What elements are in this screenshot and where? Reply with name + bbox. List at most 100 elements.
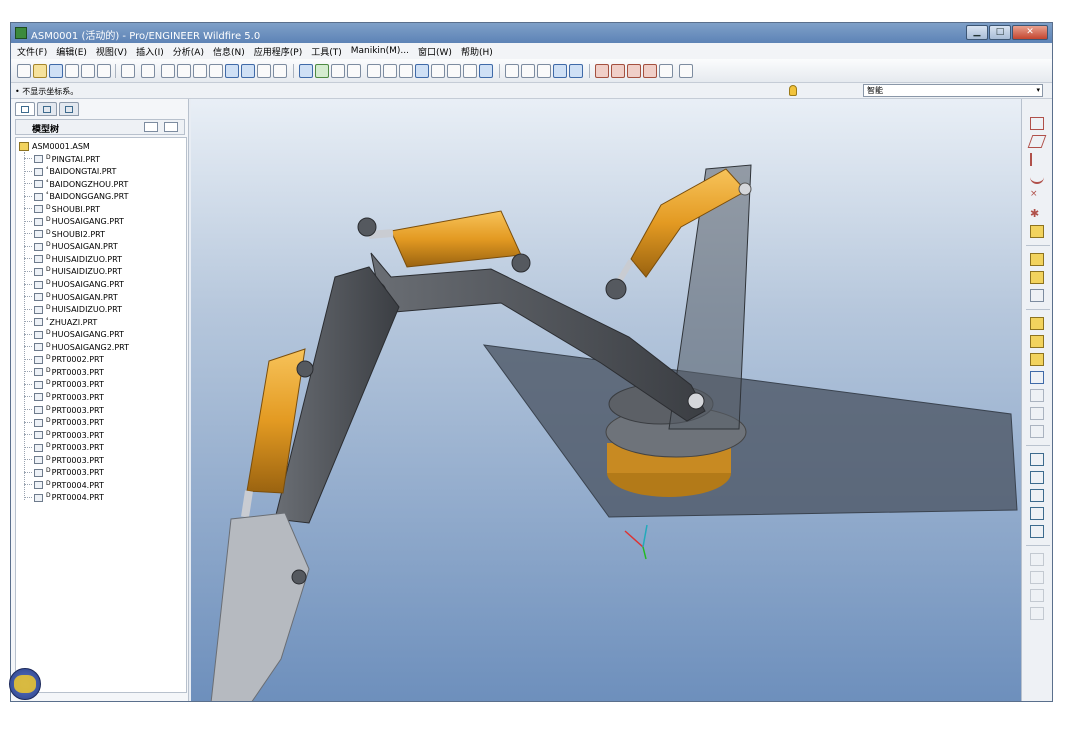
datum-point-icon[interactable]: × <box>1030 189 1044 202</box>
mail-attach-icon[interactable] <box>97 64 111 78</box>
title-bar[interactable]: ASM0001 (活动的) - Pro/ENGINEER Wildfire 5.… <box>11 23 1052 43</box>
datum-planes-icon[interactable] <box>595 64 609 78</box>
tree-item[interactable]: ⁴ BAIDONGTAI.PRT <box>24 166 116 178</box>
tree-root-item[interactable]: ASM0001.ASM <box>19 140 90 152</box>
tree-item[interactable]: D PRT0003.PRT <box>24 467 104 479</box>
shading-icon[interactable] <box>553 64 567 78</box>
light-bulb-icon[interactable] <box>789 85 797 96</box>
revolve-icon[interactable] <box>1030 353 1044 366</box>
tree-item[interactable]: D PRT0003.PRT <box>24 417 104 429</box>
datum-plane-tool-icon[interactable] <box>1030 117 1044 130</box>
tree-item[interactable]: D PRT0003.PRT <box>24 429 104 441</box>
sketch-icon[interactable] <box>1030 317 1044 330</box>
tree-item[interactable]: D HUOSAIGANG.PRT <box>24 329 124 341</box>
tree-item[interactable]: D PRT0003.PRT <box>24 379 104 391</box>
tree-item[interactable]: D HUOSAIGANG.PRT <box>24 279 124 291</box>
merge-icon[interactable] <box>1030 507 1044 520</box>
menu-edit[interactable]: 编辑(E) <box>56 45 87 58</box>
component-assemble-icon[interactable] <box>1030 253 1044 266</box>
repaint-icon[interactable] <box>299 64 313 78</box>
tree-item[interactable]: D PRT0003.PRT <box>24 454 104 466</box>
datum-axis-icon[interactable] <box>1030 153 1044 166</box>
regenerate-manager-icon[interactable] <box>241 64 255 78</box>
context-help-icon[interactable] <box>679 64 693 78</box>
print-icon[interactable] <box>65 64 79 78</box>
new-file-icon[interactable] <box>17 64 31 78</box>
tree-item[interactable]: D PRT0003.PRT <box>24 391 104 403</box>
spin-center-icon[interactable] <box>315 64 329 78</box>
tree-item[interactable]: D HUOSAIGAN.PRT <box>24 291 118 303</box>
tree-item[interactable]: D HUOSAIGANG2.PRT <box>24 341 129 353</box>
tree-item[interactable]: D PRT0003.PRT <box>24 366 104 378</box>
tab-folder-browser[interactable] <box>37 102 57 116</box>
mirror-icon[interactable] <box>1030 471 1044 484</box>
zoom-out-icon[interactable] <box>399 64 413 78</box>
datum-points-icon[interactable] <box>627 64 641 78</box>
menu-applications[interactable]: 应用程序(P) <box>254 45 302 58</box>
trim-icon[interactable] <box>1030 489 1044 502</box>
annotations-icon[interactable] <box>659 64 673 78</box>
save-icon[interactable] <box>49 64 63 78</box>
wireframe-icon[interactable] <box>505 64 519 78</box>
tree-item[interactable]: D PRT0002.PRT <box>24 354 104 366</box>
tree-item[interactable]: D PINGTAI.PRT <box>24 153 100 165</box>
tree-item[interactable]: D HUISAIDIZUO.PRT <box>24 266 122 278</box>
tree-item[interactable]: ⁴ BAIDONGGANG.PRT <box>24 191 128 203</box>
maximize-button[interactable]: □ <box>989 25 1011 40</box>
hidden-line-icon[interactable] <box>521 64 535 78</box>
tree-item[interactable]: D SHOUBI2.PRT <box>24 228 105 240</box>
orient-mode-icon[interactable] <box>331 64 345 78</box>
selection-filter-select[interactable]: 智能 ▾ <box>863 84 1043 97</box>
menu-insert[interactable]: 插入(I) <box>136 45 164 58</box>
tree-item[interactable]: D SHOUBI.PRT <box>24 203 100 215</box>
datum-curve-icon[interactable] <box>1030 171 1044 184</box>
menu-info[interactable]: 信息(N) <box>213 45 245 58</box>
tree-item[interactable]: D HUOSAIGANG.PRT <box>24 216 124 228</box>
redo-icon[interactable] <box>141 64 155 78</box>
datum-axes-icon[interactable] <box>611 64 625 78</box>
tree-item[interactable]: ⁴ BAIDONGZHOU.PRT <box>24 178 128 190</box>
pattern-icon[interactable] <box>1030 453 1044 466</box>
menu-view[interactable]: 视图(V) <box>96 45 127 58</box>
tab-model-tree[interactable] <box>15 102 35 116</box>
refit-icon[interactable] <box>415 64 429 78</box>
open-folder-icon[interactable] <box>33 64 47 78</box>
undo-icon[interactable] <box>121 64 135 78</box>
view-manager-icon[interactable] <box>479 64 493 78</box>
paste-special-icon[interactable] <box>209 64 223 78</box>
tree-item[interactable]: D HUISAIDIZUO.PRT <box>24 304 122 316</box>
settings-icon[interactable] <box>144 122 158 132</box>
menu-help[interactable]: 帮助(H) <box>461 45 493 58</box>
hole-icon[interactable] <box>1030 371 1044 384</box>
regenerate-icon[interactable] <box>225 64 239 78</box>
minimize-button[interactable]: ▁ <box>966 25 988 40</box>
zoom-in-icon[interactable] <box>383 64 397 78</box>
menu-manikin[interactable]: Manikin(M)... <box>351 46 409 56</box>
coordinate-system-icon[interactable]: ✱ <box>1030 207 1044 220</box>
thicken-icon[interactable] <box>1030 525 1044 538</box>
select-box-icon[interactable] <box>273 64 287 78</box>
coordinate-systems-icon[interactable] <box>643 64 657 78</box>
copy-icon[interactable] <box>177 64 191 78</box>
tree-item[interactable]: D PRT0003.PRT <box>24 442 104 454</box>
enhanced-realism-icon[interactable] <box>569 64 583 78</box>
menu-analysis[interactable]: 分析(A) <box>173 45 204 58</box>
graphics-window[interactable] <box>191 99 1021 701</box>
plane-icon[interactable] <box>1027 135 1047 148</box>
find-icon[interactable] <box>257 64 271 78</box>
tree-item[interactable]: D HUISAIDIZUO.PRT <box>24 253 122 265</box>
paste-icon[interactable] <box>193 64 207 78</box>
cut-icon[interactable] <box>161 64 175 78</box>
layers-icon[interactable] <box>463 64 477 78</box>
tree-item[interactable]: ⁴ ZHUAZI.PRT <box>24 316 97 328</box>
tab-favorites[interactable] <box>59 102 79 116</box>
pan-icon[interactable] <box>367 64 381 78</box>
reorient-icon[interactable] <box>431 64 445 78</box>
menu-file[interactable]: 文件(F) <box>17 45 47 58</box>
display-style-icon[interactable] <box>347 64 361 78</box>
menu-window[interactable]: 窗口(W) <box>418 45 452 58</box>
menu-tools[interactable]: 工具(T) <box>311 45 342 58</box>
send-mail-icon[interactable] <box>81 64 95 78</box>
analysis-feature-icon[interactable] <box>1030 225 1044 238</box>
tree-item[interactable]: D PRT0003.PRT <box>24 404 104 416</box>
